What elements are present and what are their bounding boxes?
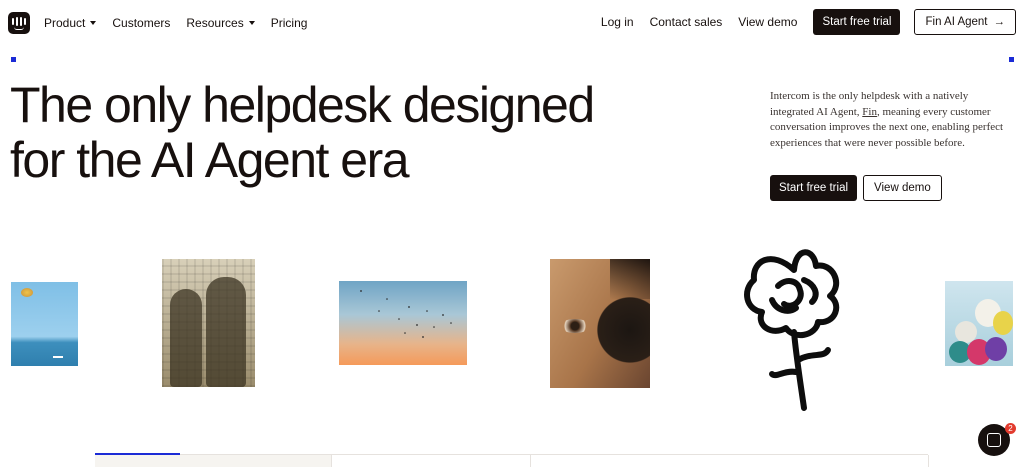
fin-link[interactable]: Fin	[862, 106, 877, 118]
sea-sunset-image	[11, 282, 78, 366]
tab-divider	[928, 455, 929, 467]
account-nav: Log in Contact sales View demo Start fre…	[601, 9, 1016, 35]
nav-customers[interactable]: Customers	[112, 16, 170, 30]
birds-sky-image	[339, 281, 467, 365]
hero-headline: The only helpdesk designed for the AI Ag…	[10, 77, 595, 188]
shadow-couple-image	[162, 259, 255, 387]
hero-description: Intercom is the only helpdesk with a nat…	[770, 89, 1010, 151]
start-free-trial-button[interactable]: Start free trial	[813, 9, 901, 35]
closeup-eye-image	[550, 259, 650, 388]
chat-bubble-icon	[987, 433, 1001, 447]
headline-line-1: The only helpdesk designed	[10, 77, 595, 133]
login-link[interactable]: Log in	[601, 15, 634, 29]
notification-badge: 2	[1005, 423, 1016, 434]
chevron-down-icon	[248, 21, 255, 25]
headline-line-2: for the AI Agent era	[10, 132, 410, 188]
tab-panel-active[interactable]	[95, 455, 331, 467]
fin-ai-agent-button[interactable]: Fin AI Agent →	[914, 9, 1016, 35]
ink-flower-illustration	[744, 249, 840, 411]
intercom-logo-icon[interactable]	[8, 12, 30, 34]
corner-marker	[11, 57, 16, 62]
contact-sales-link[interactable]: Contact sales	[650, 15, 723, 29]
main-nav: Product Customers Resources Pricing	[44, 16, 307, 30]
nav-resources[interactable]: Resources	[186, 16, 255, 30]
view-demo-link[interactable]: View demo	[738, 15, 797, 29]
tab-divider	[331, 455, 332, 467]
nav-product[interactable]: Product	[44, 16, 97, 30]
corner-marker	[1009, 57, 1014, 62]
tab-divider	[530, 455, 531, 467]
active-tab-indicator	[95, 453, 180, 455]
nav-pricing-label: Pricing	[270, 16, 308, 30]
nav-pricing[interactable]: Pricing	[271, 16, 308, 30]
balloons-image	[945, 281, 1013, 366]
nav-resources-label: Resources	[186, 16, 244, 30]
chevron-down-icon	[90, 21, 97, 25]
hero-start-free-trial-button[interactable]: Start free trial	[770, 175, 858, 201]
nav-product-label: Product	[44, 16, 86, 30]
hero-view-demo-button[interactable]: View demo	[863, 175, 942, 201]
hero-actions: Start free trial View demo	[770, 175, 942, 201]
nav-customers-label: Customers	[112, 16, 171, 30]
arrow-right-icon: →	[993, 16, 1006, 28]
top-navigation: Product Customers Resources Pricing Log …	[0, 0, 1024, 46]
fin-ai-agent-label: Fin AI Agent	[925, 16, 988, 28]
